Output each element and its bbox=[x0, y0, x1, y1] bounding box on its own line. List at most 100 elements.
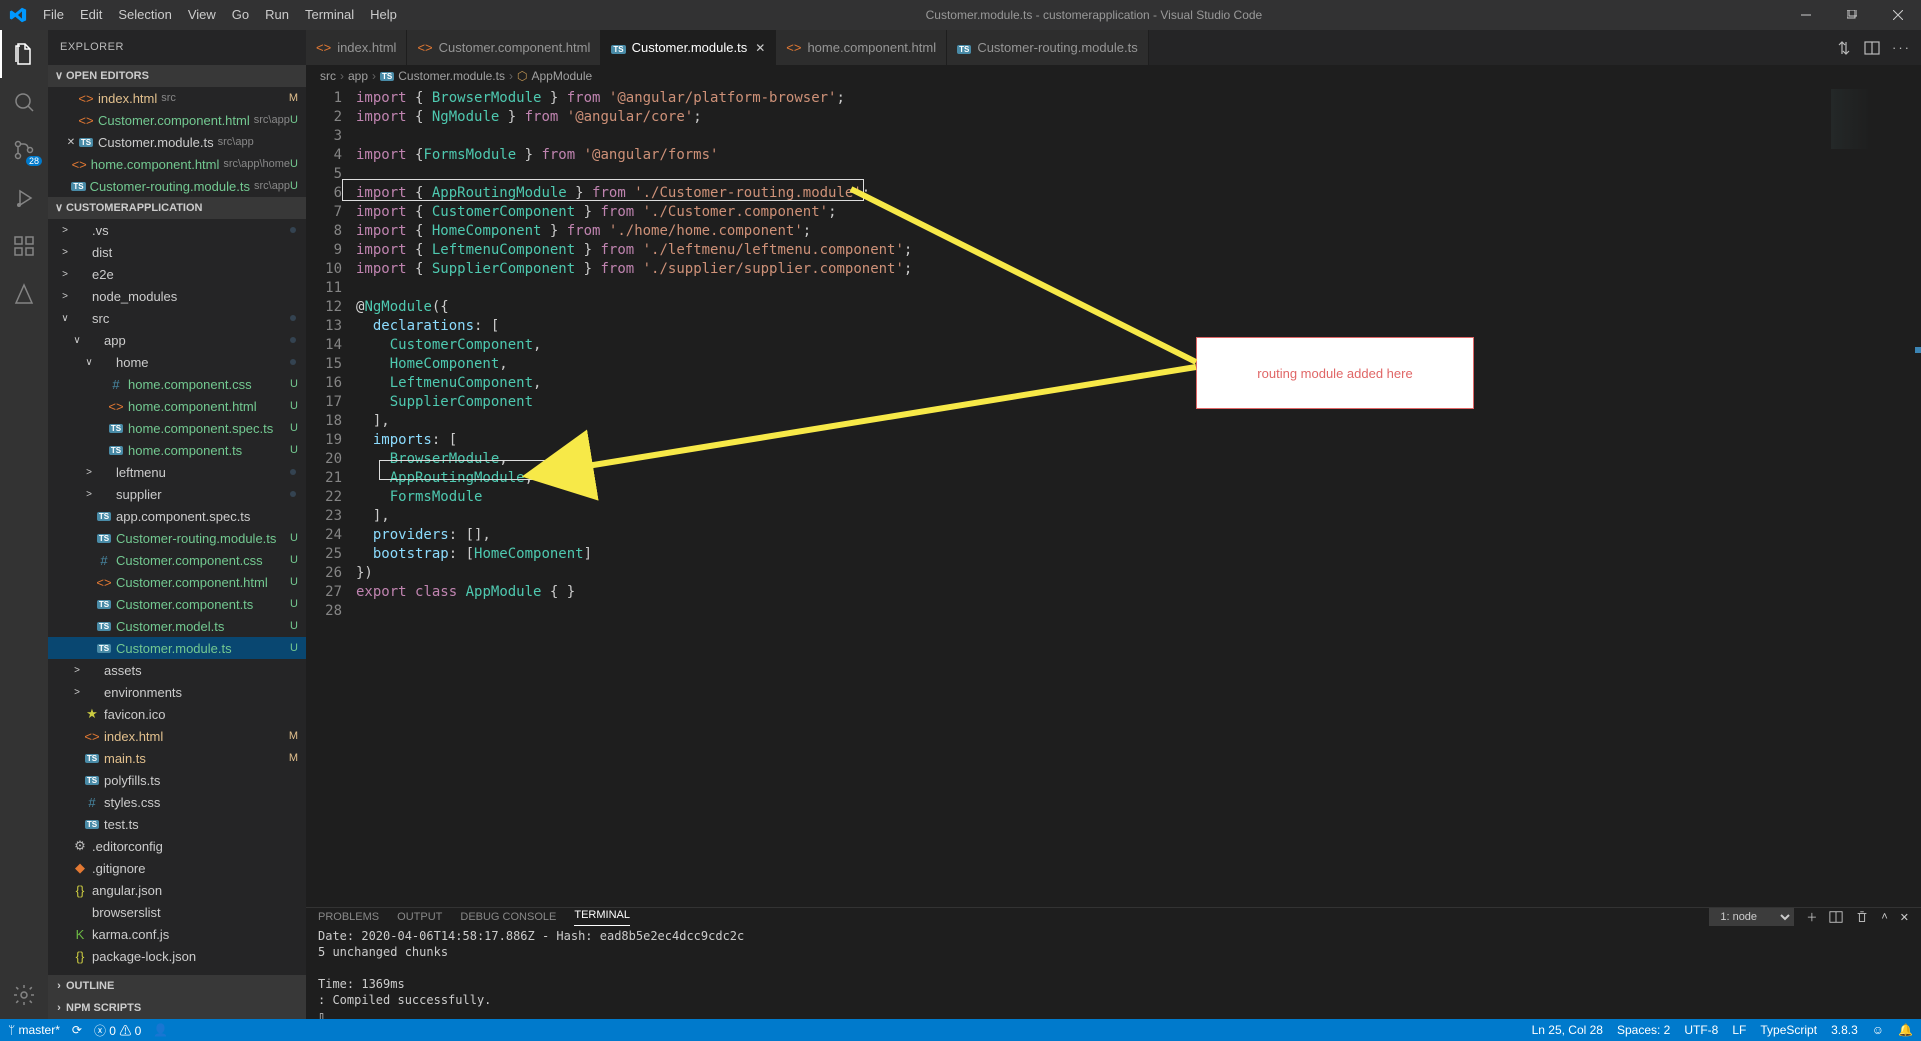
menu-file[interactable]: File bbox=[35, 0, 72, 30]
open-editors-header[interactable]: ∨OPEN EDITORS bbox=[48, 65, 306, 87]
code-content[interactable]: import { BrowserModule } from '@angular/… bbox=[356, 87, 1821, 907]
split-terminal-icon[interactable] bbox=[1829, 910, 1843, 924]
tree-item[interactable]: #styles.css bbox=[48, 791, 306, 813]
breadcrumbs[interactable]: src› app› TS Customer.module.ts› ⬡ AppMo… bbox=[306, 65, 1921, 87]
minimap[interactable] bbox=[1821, 87, 1921, 907]
problems-indicator[interactable]: ⓧ 0 ⚠ 0 bbox=[94, 1022, 141, 1039]
tree-item[interactable]: ★favicon.ico bbox=[48, 703, 306, 725]
tree-item[interactable]: TSpolyfills.ts bbox=[48, 769, 306, 791]
tree-item[interactable]: {}package-lock.json bbox=[48, 945, 306, 967]
indentation[interactable]: Spaces: 2 bbox=[1617, 1023, 1670, 1037]
tree-item[interactable]: {}angular.json bbox=[48, 879, 306, 901]
maximize-panel-icon[interactable]: ˄ bbox=[1881, 911, 1887, 923]
tree-item[interactable]: #home.component.cssU bbox=[48, 373, 306, 395]
menu-terminal[interactable]: Terminal bbox=[297, 0, 362, 30]
tree-item[interactable]: <>home.component.htmlU bbox=[48, 395, 306, 417]
menu-edit[interactable]: Edit bbox=[72, 0, 110, 30]
sync-icon[interactable]: ⟳ bbox=[72, 1023, 82, 1037]
menu-selection[interactable]: Selection bbox=[110, 0, 179, 30]
tree-item[interactable]: ∨app bbox=[48, 329, 306, 351]
tree-item[interactable]: TShome.component.tsU bbox=[48, 439, 306, 461]
azure-icon[interactable] bbox=[0, 270, 48, 318]
tab-close-icon[interactable]: ✕ bbox=[755, 41, 765, 55]
tree-item[interactable]: browserslist bbox=[48, 901, 306, 923]
run-debug-icon[interactable] bbox=[0, 174, 48, 222]
split-editor-icon[interactable] bbox=[1864, 40, 1880, 56]
open-editor-item[interactable]: ✕TSCustomer.module.tssrc\app bbox=[48, 131, 306, 153]
file-tree: >.vs>dist>e2e>node_modules∨src∨app∨home#… bbox=[48, 219, 306, 975]
tree-item[interactable]: ⚙.editorconfig bbox=[48, 835, 306, 857]
panel-tab-terminal[interactable]: TERMINAL bbox=[574, 909, 630, 926]
tree-item[interactable]: >dist bbox=[48, 241, 306, 263]
ts-version[interactable]: 3.8.3 bbox=[1831, 1023, 1858, 1037]
tree-item[interactable]: TShome.component.spec.tsU bbox=[48, 417, 306, 439]
editor-tab[interactable]: TSCustomer-routing.module.ts bbox=[947, 30, 1149, 65]
open-editor-item[interactable]: TSCustomer-routing.module.tssrc\appU bbox=[48, 175, 306, 197]
maximize-button[interactable] bbox=[1829, 0, 1875, 30]
more-icon[interactable]: ··· bbox=[1892, 40, 1911, 55]
folder-header[interactable]: ∨CUSTOMERAPPLICATION bbox=[48, 197, 306, 219]
tree-item[interactable]: TSCustomer.component.tsU bbox=[48, 593, 306, 615]
language-mode[interactable]: TypeScript bbox=[1760, 1023, 1817, 1037]
kill-terminal-icon[interactable] bbox=[1855, 910, 1869, 924]
editor-tab[interactable]: <>Customer.component.html bbox=[407, 30, 601, 65]
close-button[interactable] bbox=[1875, 0, 1921, 30]
terminal-output[interactable]: Date: 2020-04-06T14:58:17.886Z - Hash: e… bbox=[306, 926, 1921, 1026]
search-icon[interactable] bbox=[0, 78, 48, 126]
tree-item[interactable]: Kkarma.conf.js bbox=[48, 923, 306, 945]
tree-item[interactable]: ∨home bbox=[48, 351, 306, 373]
tree-item[interactable]: TSmain.tsM bbox=[48, 747, 306, 769]
editor-tab[interactable]: <>index.html bbox=[306, 30, 407, 65]
cursor-position[interactable]: Ln 25, Col 28 bbox=[1532, 1023, 1603, 1037]
tree-item[interactable]: >environments bbox=[48, 681, 306, 703]
open-editor-item[interactable]: <>home.component.htmlsrc\app\homeU bbox=[48, 153, 306, 175]
tree-item[interactable]: ◆.gitignore bbox=[48, 857, 306, 879]
tree-item[interactable]: TStest.ts bbox=[48, 813, 306, 835]
tree-item[interactable]: TSCustomer.module.tsU bbox=[48, 637, 306, 659]
tree-item[interactable]: >node_modules bbox=[48, 285, 306, 307]
tree-item[interactable]: >assets bbox=[48, 659, 306, 681]
scm-badge: 28 bbox=[26, 156, 42, 166]
new-terminal-icon[interactable]: ＋ bbox=[1806, 909, 1817, 925]
terminal-selector[interactable]: 1: node bbox=[1709, 908, 1794, 926]
panel-tab-output[interactable]: OUTPUT bbox=[397, 911, 442, 923]
tree-item[interactable]: #Customer.component.cssU bbox=[48, 549, 306, 571]
branch-indicator[interactable]: ᛘ master* bbox=[8, 1023, 60, 1037]
menu-run[interactable]: Run bbox=[257, 0, 297, 30]
tree-item[interactable]: >.vs bbox=[48, 219, 306, 241]
outline-header[interactable]: ›OUTLINE bbox=[48, 975, 306, 997]
explorer-icon[interactable] bbox=[0, 30, 48, 78]
menu-go[interactable]: Go bbox=[224, 0, 257, 30]
minimize-button[interactable] bbox=[1783, 0, 1829, 30]
encoding[interactable]: UTF-8 bbox=[1684, 1023, 1718, 1037]
tree-item[interactable]: >e2e bbox=[48, 263, 306, 285]
menu-view[interactable]: View bbox=[180, 0, 224, 30]
tree-item[interactable]: TSapp.component.spec.ts bbox=[48, 505, 306, 527]
close-icon[interactable]: ✕ bbox=[64, 137, 78, 148]
close-panel-icon[interactable]: ✕ bbox=[1900, 911, 1909, 924]
editor-tab[interactable]: TSCustomer.module.ts✕ bbox=[601, 30, 776, 65]
panel-tab-problems[interactable]: PROBLEMS bbox=[318, 911, 379, 923]
open-editor-item[interactable]: <>index.htmlsrcM bbox=[48, 87, 306, 109]
live-share-icon[interactable]: 👤 bbox=[153, 1023, 168, 1037]
tree-item[interactable]: >supplier bbox=[48, 483, 306, 505]
tree-item[interactable]: TSCustomer-routing.module.tsU bbox=[48, 527, 306, 549]
tree-item[interactable]: <>index.htmlM bbox=[48, 725, 306, 747]
panel-tab-debug-console[interactable]: DEBUG CONSOLE bbox=[460, 911, 556, 923]
source-control-icon[interactable]: 28 bbox=[0, 126, 48, 174]
editor-tab[interactable]: <>home.component.html bbox=[776, 30, 947, 65]
tree-item[interactable]: TSCustomer.model.tsU bbox=[48, 615, 306, 637]
editor-body[interactable]: 1234567891011121314151617181920212223242… bbox=[306, 87, 1921, 907]
tree-item[interactable]: >leftmenu bbox=[48, 461, 306, 483]
eol[interactable]: LF bbox=[1732, 1023, 1746, 1037]
settings-gear-icon[interactable] bbox=[0, 971, 48, 1019]
open-editor-item[interactable]: <>Customer.component.htmlsrc\appU bbox=[48, 109, 306, 131]
feedback-icon[interactable]: ☺ bbox=[1872, 1023, 1884, 1037]
tree-item[interactable]: ∨src bbox=[48, 307, 306, 329]
menu-help[interactable]: Help bbox=[362, 0, 405, 30]
tree-item[interactable]: <>Customer.component.htmlU bbox=[48, 571, 306, 593]
npm-scripts-header[interactable]: ›NPM SCRIPTS bbox=[48, 997, 306, 1019]
notifications-icon[interactable]: 🔔 bbox=[1898, 1023, 1913, 1037]
compare-icon[interactable] bbox=[1836, 40, 1852, 56]
extensions-icon[interactable] bbox=[0, 222, 48, 270]
